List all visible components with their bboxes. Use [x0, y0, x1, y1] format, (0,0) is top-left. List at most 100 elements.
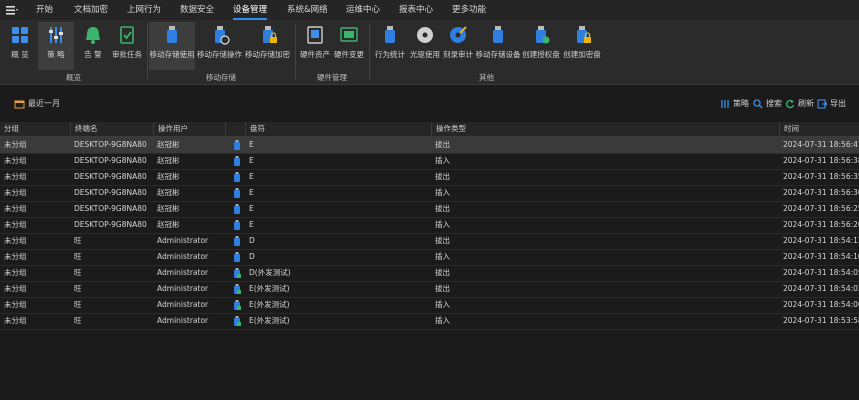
time-cell: 2024-07-31 18:54:05 — [783, 268, 859, 277]
menu-device-management[interactable]: 设备管理 — [233, 0, 268, 20]
usb-operation-label: 移动存储操作 — [197, 50, 242, 59]
policy-toolbar-label: 策略 — [733, 99, 749, 108]
group-cell: 未分组 — [4, 172, 27, 181]
usb-device-label: 移动存储设备 — [475, 50, 521, 59]
approval-task-button[interactable]: 审批任务 — [110, 22, 144, 70]
menu-ops-center[interactable]: 运维中心 — [346, 0, 380, 20]
operation-cell: 插入 — [435, 252, 450, 261]
refresh-button[interactable]: 刷新 — [785, 98, 814, 109]
hardware-change-label: 硬件变更 — [334, 50, 364, 59]
table-row[interactable]: 未分组 DESKTOP-9G8NA80 赵冠彬 E 插入 2024-07-31 18:56… — [0, 185, 859, 202]
hamburger-menu-icon[interactable] — [6, 5, 18, 15]
table-row[interactable]: 未分组 DESKTOP-9G8NA80 赵冠彬 E 拔出 2024-07-31 18:56… — [0, 201, 859, 218]
usb-drive-icon — [234, 284, 241, 294]
menu-report-center[interactable]: 报表中心 — [399, 0, 433, 20]
policy-button[interactable]: 策 略 — [38, 22, 74, 70]
usb-encrypt-button[interactable]: 移动存储加密 — [244, 22, 291, 70]
alert-button[interactable]: 告 警 — [78, 22, 108, 70]
time-cell: 2024-07-31 18:53:58 — [783, 316, 859, 325]
table-row[interactable]: 未分组 旺 Administrator E(外发测试) 插入 2024-07-31 18:… — [0, 313, 859, 330]
drive-cell: E — [249, 140, 254, 149]
column-header-drive[interactable]: 盘符 — [246, 122, 432, 136]
policy-toolbar-button[interactable]: 策略 — [720, 98, 749, 109]
table-row[interactable]: 未分组 DESKTOP-9G8NA80 赵冠彬 E 拔出 2024-07-31 18:56… — [0, 169, 859, 186]
usb-usage-button[interactable]: 移动存储使用 — [149, 22, 195, 70]
menu-internet-behavior[interactable]: 上网行为 — [127, 0, 161, 20]
user-cell: Administrator — [157, 236, 209, 245]
usb-usage-label: 移动存储使用 — [149, 50, 195, 59]
usb-operation-button[interactable]: 移动存储操作 — [196, 22, 243, 70]
column-header-terminal[interactable]: 终端名 — [71, 122, 154, 136]
create-auth-disk-button[interactable]: 创建授权盘 — [522, 22, 560, 70]
export-button[interactable]: 导出 — [817, 98, 846, 109]
usb-encrypt-label: 移动存储加密 — [245, 50, 290, 59]
operation-cell: 插入 — [435, 300, 450, 309]
menu-doc-encrypt[interactable]: 文档加密 — [74, 0, 108, 20]
group-label-overview: 概览 — [66, 73, 81, 82]
terminal-cell: 旺 — [74, 268, 82, 277]
drive-cell: E(外发测试) — [249, 316, 290, 325]
user-cell: Administrator — [157, 252, 209, 261]
time-cell: 2024-07-31 18:56:25 — [783, 204, 859, 213]
terminal-cell: 旺 — [74, 300, 82, 309]
search-label: 搜索 — [766, 99, 782, 108]
usb-drive-icon — [234, 156, 240, 166]
column-header-group[interactable]: 分组 — [0, 122, 71, 136]
drive-cell: E — [249, 172, 254, 181]
group-cell: 未分组 — [4, 140, 27, 149]
refresh-label: 刷新 — [798, 99, 814, 108]
behavior-stats-button[interactable]: 行为统计 — [373, 22, 407, 70]
menu-system-network[interactable]: 系统&网络 — [287, 0, 328, 20]
menu-more-functions[interactable]: 更多功能 — [452, 0, 486, 20]
user-cell: Administrator — [157, 316, 209, 325]
terminal-cell: DESKTOP-9G8NA80 — [74, 188, 147, 197]
usb-device-button[interactable]: 移动存储设备 — [475, 22, 521, 70]
alert-label: 告 警 — [84, 50, 102, 59]
usb-drive-icon — [234, 268, 241, 278]
table-row[interactable]: 未分组 旺 Administrator D 拔出 2024-07-31 18:54:12 — [0, 233, 859, 250]
usb-drive-icon — [234, 236, 240, 246]
user-cell: Administrator — [157, 268, 209, 277]
hardware-change-icon — [340, 27, 358, 42]
group-cell: 未分组 — [4, 300, 27, 309]
table-row[interactable]: 未分组 DESKTOP-9G8NA80 赵冠彬 E 插入 2024-07-31 18:56… — [0, 153, 859, 170]
terminal-cell: DESKTOP-9G8NA80 — [74, 140, 147, 149]
column-header-time[interactable]: 时间 — [780, 122, 859, 136]
group-label-hardware: 硬件管理 — [317, 73, 347, 82]
behavior-stats-label: 行为统计 — [375, 50, 405, 59]
menu-start[interactable]: 开始 — [36, 0, 53, 20]
time-range-selector[interactable]: 最近一月 — [14, 98, 60, 109]
column-header-user[interactable]: 操作用户 — [154, 122, 226, 136]
overview-button[interactable]: 概 览 — [4, 22, 36, 70]
operation-cell: 拔出 — [435, 284, 450, 293]
table-row[interactable]: 未分组 旺 Administrator D(外发测试) 拔出 2024-07-31 18:… — [0, 265, 859, 282]
column-header-device-icon[interactable] — [226, 122, 246, 136]
create-encrypt-disk-button[interactable]: 创建加密盘 — [562, 22, 602, 70]
usb-drive-icon — [234, 172, 240, 182]
burn-audit-button[interactable]: 刻录审计 — [443, 22, 473, 70]
user-cell: Administrator — [157, 284, 209, 293]
drive-cell: D — [249, 236, 255, 245]
table-row[interactable]: 未分组 DESKTOP-9G8NA80 赵冠彬 E 拔出 2024-07-31 18:56… — [0, 137, 859, 154]
search-button[interactable]: 搜索 — [753, 98, 782, 109]
hardware-asset-button[interactable]: 硬件资产 — [299, 22, 331, 70]
usb-drive-icon — [234, 220, 240, 230]
table-row[interactable]: 未分组 旺 Administrator E(外发测试) 插入 2024-07-31 18:… — [0, 297, 859, 314]
table-row[interactable]: 未分组 DESKTOP-9G8NA80 赵冠彬 E 插入 2024-07-31 18:56… — [0, 217, 859, 234]
terminal-cell: 旺 — [74, 316, 82, 325]
column-header-operation[interactable]: 操作类型 — [432, 122, 780, 136]
menu-data-security[interactable]: 数据安全 — [180, 0, 214, 20]
table-row[interactable]: 未分组 旺 Administrator D 插入 2024-07-31 18:54:10 — [0, 249, 859, 266]
user-cell: 赵冠彬 — [157, 220, 180, 229]
cdrom-button[interactable]: 光驱使用 — [409, 22, 441, 70]
cdrom-icon — [417, 27, 433, 43]
table-row[interactable]: 未分组 旺 Administrator E(外发测试) 拔出 2024-07-31 18:… — [0, 281, 859, 298]
policy-sliders-icon — [721, 99, 729, 108]
hardware-change-button[interactable]: 硬件变更 — [333, 22, 365, 70]
export-label: 导出 — [830, 99, 846, 108]
user-cell: 赵冠彬 — [157, 188, 180, 197]
time-cell: 2024-07-31 18:54:10 — [783, 252, 859, 261]
policy-label: 策 略 — [47, 50, 65, 59]
user-cell: Administrator — [157, 300, 209, 309]
create-auth-disk-label: 创建授权盘 — [522, 50, 560, 59]
